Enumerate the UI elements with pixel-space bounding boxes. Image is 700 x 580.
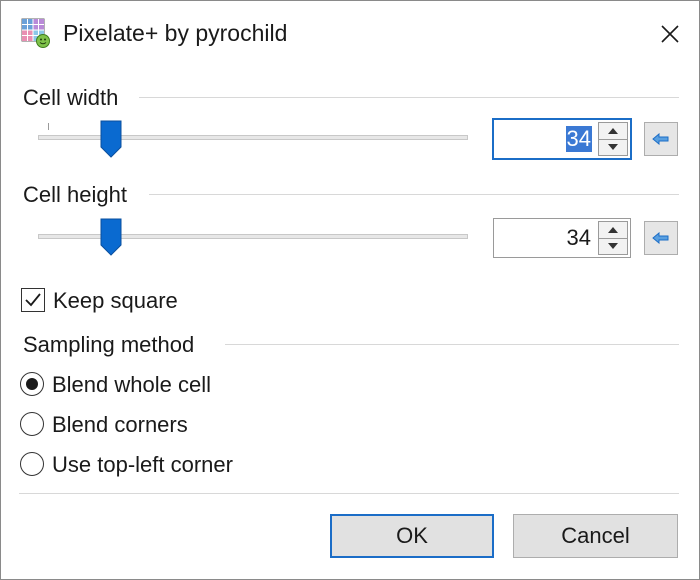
cell-height-slider-thumb[interactable] <box>100 218 122 256</box>
reset-arrow-icon <box>652 133 669 145</box>
cell-width-label: Cell width <box>23 85 119 110</box>
title-bar: Pixelate+ by pyrochild <box>1 1 699 67</box>
cell-height-label: Cell height <box>23 182 127 207</box>
cell-width-value[interactable]: 34 <box>565 126 592 152</box>
keep-square-checkbox[interactable] <box>21 288 45 312</box>
radio-blend-corners[interactable] <box>20 412 44 436</box>
radio-label-blend-corners[interactable]: Blend corners <box>52 412 188 438</box>
sampling-method-separator <box>225 344 679 345</box>
keep-square-label[interactable]: Keep square <box>53 288 178 314</box>
cell-height-value[interactable]: 34 <box>566 225 592 251</box>
cell-height-increment[interactable] <box>598 221 628 238</box>
cell-width-slider-tick <box>48 123 49 130</box>
arrow-up-icon <box>608 226 618 233</box>
cell-width-separator <box>139 97 679 98</box>
pixelate-app-icon <box>21 18 50 48</box>
cell-width-decrement[interactable] <box>598 138 628 156</box>
checkmark-icon <box>25 293 41 307</box>
ok-button[interactable]: OK <box>330 514 494 558</box>
cancel-button[interactable]: Cancel <box>513 514 678 558</box>
cell-height-spinbox[interactable]: 34 <box>493 218 631 258</box>
radio-label-use-top-left-corner[interactable]: Use top-left corner <box>52 452 233 478</box>
radio-label-blend-whole-cell[interactable]: Blend whole cell <box>52 372 211 398</box>
reset-arrow-icon <box>652 232 669 244</box>
arrow-down-icon <box>608 144 618 151</box>
radio-use-top-left-corner[interactable] <box>20 452 44 476</box>
cell-width-increment[interactable] <box>598 122 628 139</box>
window-title: Pixelate+ by pyrochild <box>63 20 288 46</box>
arrow-up-icon <box>608 127 618 134</box>
radio-selected-dot <box>26 378 38 390</box>
footer-separator <box>19 493 679 494</box>
cell-width-spinbox[interactable]: 34 <box>492 118 632 160</box>
cell-height-separator <box>149 194 679 195</box>
sampling-method-label: Sampling method <box>23 332 195 357</box>
cell-width-slider-thumb[interactable] <box>100 120 122 158</box>
cell-height-spin-arrows <box>598 221 628 255</box>
arrow-down-icon <box>608 243 618 250</box>
cell-height-decrement[interactable] <box>598 237 628 255</box>
close-button[interactable] <box>649 13 691 55</box>
cell-width-reset-button[interactable] <box>644 122 678 156</box>
radio-blend-whole-cell[interactable] <box>20 372 44 396</box>
close-icon <box>661 25 679 43</box>
cell-height-reset-button[interactable] <box>644 221 678 255</box>
cell-width-spin-arrows <box>598 122 628 156</box>
dialog-window: Pixelate+ by pyrochild Cell width 34 Cel… <box>0 0 700 580</box>
